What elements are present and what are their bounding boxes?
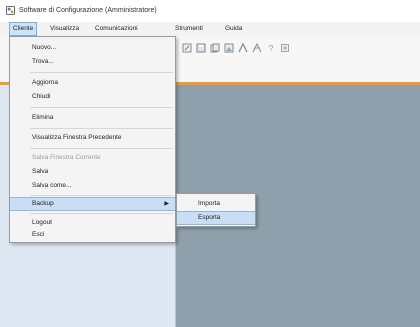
- menu-item-aggiorna[interactable]: Aggiorna: [10, 76, 175, 89]
- menu-item-elimina[interactable]: Elimina: [10, 111, 175, 124]
- menu-item-logout[interactable]: Logout: [10, 216, 175, 229]
- menu-guida[interactable]: Guida: [222, 23, 245, 35]
- menu-comunicazioni[interactable]: Comunicazioni: [92, 23, 141, 35]
- menu-item-trova[interactable]: Trova...: [10, 55, 175, 68]
- menu-item-nuovo[interactable]: Nuovo...: [10, 41, 175, 54]
- window-title: Software di Configurazione (Amministrato…: [19, 7, 157, 14]
- submenu-item-label: Esporta: [198, 214, 221, 221]
- copy-icon[interactable]: [210, 43, 220, 53]
- menu-item-label: Chiudi: [32, 93, 51, 100]
- menu-separator: [30, 195, 173, 196]
- app-icon: [6, 6, 15, 15]
- menu-visualizza[interactable]: Visualizza: [47, 23, 82, 35]
- menu-separator: [30, 148, 173, 149]
- settings-icon[interactable]: [280, 43, 290, 53]
- submenu-item-esporta[interactable]: Esporta: [177, 211, 255, 225]
- menu-item-label: Aggiorna: [32, 79, 59, 86]
- menu-item-salva-come[interactable]: Salva come...: [10, 179, 175, 192]
- menu-item-label: Trova...: [32, 58, 54, 65]
- menu-item-label: Salva Finestra Corrente: [32, 154, 101, 161]
- menu-item-chiudi[interactable]: Chiudi: [10, 90, 175, 103]
- menu-separator: [30, 128, 173, 129]
- menu-cliente[interactable]: Cliente: [9, 22, 38, 36]
- menu-separator: [30, 213, 173, 214]
- title-bar: Software di Configurazione (Amministrato…: [0, 0, 420, 23]
- submenu-item-importa[interactable]: Importa: [177, 197, 255, 210]
- help-icon[interactable]: ?: [266, 43, 276, 54]
- menu-item-backup[interactable]: Backup ▶: [10, 197, 175, 211]
- menu-separator: [30, 72, 173, 73]
- submenu-item-label: Importa: [198, 200, 221, 207]
- menu-item-visualizza-finestra-precedente[interactable]: Visualizza Finestra Precedente: [10, 131, 175, 144]
- menu-item-label: Visualizza Finestra Precedente: [32, 134, 122, 141]
- backup-submenu: Importa Esporta: [176, 193, 256, 227]
- menu-item-label: Salva come...: [32, 182, 72, 189]
- menu-item-label: Esci: [32, 231, 45, 238]
- svg-text:?: ?: [269, 44, 274, 54]
- menu-item-label: Backup: [32, 200, 54, 207]
- connect-icon[interactable]: [238, 43, 248, 53]
- image-icon[interactable]: [224, 43, 234, 53]
- submenu-arrow-icon: ▶: [164, 201, 169, 207]
- disconnect-icon[interactable]: [252, 43, 262, 53]
- save-icon[interactable]: [196, 43, 206, 53]
- edit-icon[interactable]: [182, 43, 192, 53]
- menu-item-label: Nuovo...: [32, 44, 57, 51]
- menu-bar: Cliente Visualizza Comunicazioni Strumen…: [0, 22, 420, 37]
- menu-item-label: Logout: [32, 219, 52, 226]
- menu-item-salva[interactable]: Salva: [10, 165, 175, 178]
- menu-item-label: Salva: [32, 168, 49, 175]
- menu-item-esci[interactable]: Esci: [10, 229, 175, 241]
- menu-strumenti[interactable]: Strumenti: [172, 23, 206, 35]
- menu-separator: [30, 107, 173, 108]
- cliente-dropdown-menu: Nuovo... Trova... Aggiorna Chiudi Elimin…: [9, 36, 176, 243]
- menu-item-label: Elimina: [32, 114, 54, 121]
- menu-item-salva-finestra-corrente: Salva Finestra Corrente: [10, 151, 175, 164]
